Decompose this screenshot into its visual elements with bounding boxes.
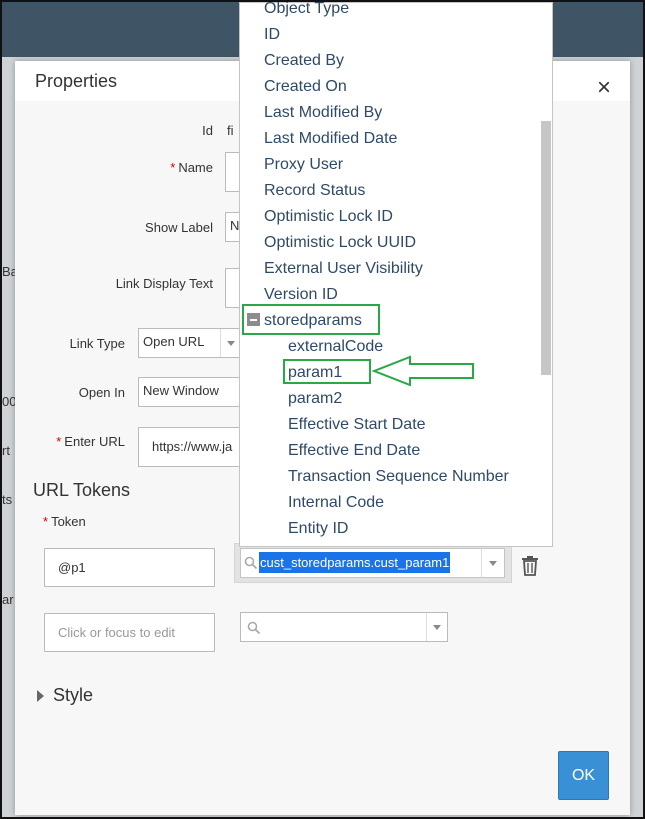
id-label: Id bbox=[202, 123, 213, 138]
open-in-value: New Window bbox=[143, 383, 219, 398]
chevron-down-icon bbox=[426, 613, 447, 641]
link-type-label: Link Type bbox=[69, 336, 125, 351]
close-icon: × bbox=[596, 74, 611, 101]
link-display-text-label: Link Display Text bbox=[115, 276, 213, 291]
dropdown-item[interactable]: Optimistic Lock UUID bbox=[264, 234, 416, 252]
close-button[interactable]: × bbox=[593, 74, 615, 101]
dropdown-item[interactable]: Internal Code bbox=[288, 494, 384, 512]
open-in-select[interactable]: New Window bbox=[138, 377, 242, 407]
dropdown-item[interactable]: Object Type bbox=[264, 2, 349, 18]
dropdown-item[interactable]: Entity ID bbox=[288, 520, 348, 538]
dropdown-item[interactable]: Created On bbox=[264, 78, 347, 96]
url-tokens-heading: URL Tokens bbox=[33, 480, 131, 500]
style-section-toggle[interactable]: Style bbox=[53, 685, 93, 706]
dropdown-item[interactable]: param2 bbox=[288, 390, 342, 408]
token-input-empty[interactable]: Click or focus to edit bbox=[44, 613, 215, 652]
search-icon bbox=[244, 556, 258, 570]
search-icon bbox=[247, 621, 261, 635]
dropdown-item[interactable]: Effective End Date bbox=[288, 442, 420, 460]
token-field-select-empty[interactable] bbox=[240, 612, 448, 642]
dropdown-item[interactable]: ID bbox=[264, 26, 280, 44]
open-in-label: Open In bbox=[78, 385, 125, 400]
scrollbar-thumb[interactable] bbox=[541, 121, 551, 375]
dropdown-item[interactable]: Created By bbox=[264, 52, 344, 70]
dropdown-item[interactable]: Proxy User bbox=[264, 156, 343, 174]
dropdown-item[interactable]: Last Modified By bbox=[264, 104, 382, 122]
highlight-box-storedparams bbox=[242, 304, 380, 335]
trash-icon[interactable] bbox=[520, 555, 540, 577]
background-text-fragment: rt bbox=[2, 443, 10, 458]
dropdown-item[interactable]: External User Visibility bbox=[264, 260, 423, 278]
chevron-down-icon[interactable] bbox=[481, 549, 504, 577]
screenshot-frame: Ba 00 rt ts ar Properties × Id fi *Name … bbox=[0, 0, 645, 819]
dropdown-item[interactable]: Transaction Sequence Number bbox=[288, 468, 509, 486]
background-text-fragment: ar bbox=[2, 592, 14, 607]
highlight-box-param1 bbox=[283, 359, 371, 384]
id-value: fi bbox=[227, 123, 234, 138]
chevron-down-icon bbox=[220, 329, 241, 357]
ok-button[interactable]: OK bbox=[558, 751, 609, 800]
token-input[interactable]: @p1 bbox=[44, 548, 215, 587]
show-label-label: Show Label bbox=[145, 220, 213, 235]
dropdown-item[interactable]: Effective Start Date bbox=[288, 416, 426, 434]
dropdown-item[interactable]: externalCode bbox=[288, 338, 383, 356]
background-text-fragment: 00 bbox=[2, 394, 16, 409]
enter-url-label: * Enter URL bbox=[56, 434, 125, 449]
enter-url-input[interactable]: https://www.ja bbox=[138, 427, 242, 467]
name-label: * Name bbox=[170, 160, 213, 175]
dialog-title: Properties bbox=[35, 71, 118, 91]
dropdown-item[interactable]: Version ID bbox=[264, 286, 338, 304]
background-text-fragment: Ba bbox=[2, 264, 16, 279]
link-type-select[interactable]: Open URL bbox=[138, 328, 242, 358]
caret-right-icon[interactable] bbox=[37, 690, 44, 702]
link-type-value: Open URL bbox=[143, 334, 205, 349]
arrow-annotation bbox=[372, 355, 474, 386]
dropdown-item[interactable]: Record Status bbox=[264, 182, 365, 200]
token-field-selected-value[interactable]: cust_storedparams.cust_param1 bbox=[259, 552, 451, 573]
background-text-fragment: ts bbox=[2, 492, 13, 507]
dropdown-item[interactable]: Optimistic Lock ID bbox=[264, 208, 393, 226]
dropdown-item[interactable]: Last Modified Date bbox=[264, 130, 397, 148]
token-label: * Token bbox=[43, 514, 86, 529]
token-placeholder: Click or focus to edit bbox=[58, 625, 176, 640]
